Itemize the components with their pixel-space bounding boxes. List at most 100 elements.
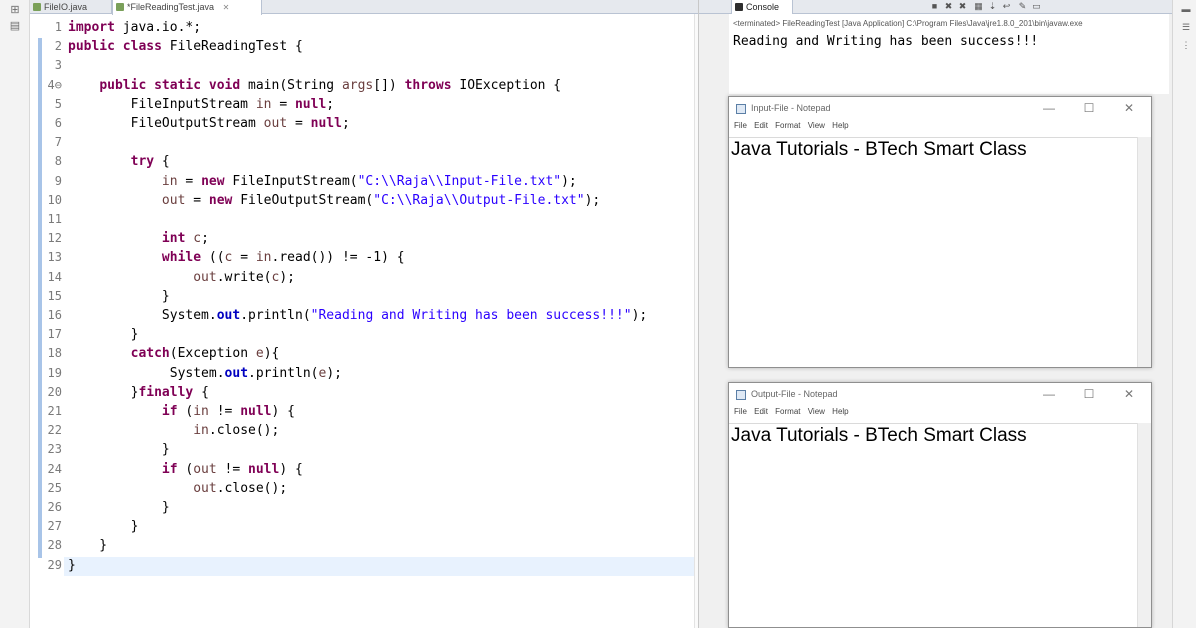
code-token: FileInputStream	[68, 96, 256, 112]
current-line-highlight	[64, 557, 698, 576]
notepad-text-area[interactable]: Java Tutorials - BTech Smart Class	[729, 423, 1137, 627]
code-line: out = new FileOutputStream("C:\\Raja\\Ou…	[68, 191, 600, 210]
notepad-scrollbar[interactable]	[1137, 423, 1151, 627]
code-line: out.close();	[68, 479, 287, 498]
notepad-title-bar[interactable]: Output-File - Notepad — ☐ ✕	[729, 383, 1151, 407]
code-token: out	[224, 365, 249, 381]
code-token: public class	[68, 39, 162, 55]
menu-edit[interactable]: Edit	[754, 121, 768, 130]
minimize-view-icon[interactable]: ▬	[1181, 4, 1191, 14]
code-line: }	[68, 536, 107, 555]
tab-fileio-java[interactable]: FileIO.java	[30, 0, 112, 14]
menu-file[interactable]: File	[734, 121, 747, 130]
console-output-area[interactable]: <terminated> FileReadingTest [Java Appli…	[729, 14, 1169, 94]
close-button[interactable]: ✕	[1119, 386, 1139, 402]
menu-view[interactable]: View	[808, 407, 825, 416]
code-line: public static void main(String args[]) t…	[68, 76, 561, 95]
display-console-icon[interactable]: ▭	[1031, 1, 1042, 12]
notepad-icon	[736, 390, 746, 400]
pin-console-icon[interactable]: ✎	[1017, 1, 1028, 12]
code-token: int	[161, 231, 186, 247]
code-line: while ((c = in.read()) != -1) {	[68, 248, 405, 267]
clear-console-icon[interactable]: ▦	[973, 1, 984, 12]
code-line: try {	[68, 152, 170, 171]
terminate-icon[interactable]: ■	[929, 1, 940, 12]
menu-edit[interactable]: Edit	[754, 407, 768, 416]
code-token: .println(	[248, 365, 319, 381]
code-line: }	[68, 556, 76, 575]
notepad-window-input[interactable]: Input-File - Notepad — ☐ ✕ File Edit For…	[728, 96, 1152, 368]
code-token: );	[279, 269, 295, 285]
code-line: }	[68, 325, 139, 344]
code-token: }	[68, 327, 139, 343]
menu-view[interactable]: View	[808, 121, 825, 130]
scroll-lock-icon[interactable]: ⇣	[987, 1, 998, 12]
menu-help[interactable]: Help	[832, 407, 848, 416]
code-token: );	[561, 173, 577, 189]
code-token: FileOutputStream	[68, 116, 264, 131]
remove-launch-icon[interactable]: ✖	[943, 1, 954, 12]
remove-all-icon[interactable]: ✖	[957, 1, 968, 12]
code-token: ;	[326, 96, 335, 112]
tab-console[interactable]: Console	[731, 0, 793, 14]
code-token: out	[263, 116, 288, 131]
line-number: 7	[54, 135, 62, 150]
code-token: ((	[201, 250, 225, 266]
minimize-button[interactable]: —	[1039, 100, 1059, 116]
menu-help[interactable]: Help	[832, 121, 848, 130]
code-line: if (in != null) {	[68, 402, 295, 421]
code-token: "C:\\Raja\\Input-File.txt"	[357, 173, 562, 189]
code-token: ) {	[279, 461, 303, 477]
line-number: 11	[47, 212, 62, 226]
notepad-menu-bar: File Edit Format View Help	[729, 407, 849, 421]
outline-view-icon[interactable]: ⋮	[1181, 40, 1191, 50]
line-number: 9	[54, 173, 62, 188]
code-line: in.close();	[68, 421, 279, 440]
code-token: ;	[341, 116, 350, 131]
task-list-icon[interactable]: ☰	[1181, 22, 1191, 32]
java-file-icon	[33, 3, 41, 11]
tab-filereadingtest-java[interactable]: *FileReadingTest.java ✕	[112, 0, 262, 15]
code-token: }	[68, 442, 170, 458]
tab-label: FileIO.java	[44, 2, 88, 12]
maximize-button[interactable]: ☐	[1079, 386, 1099, 402]
line-number: 26	[47, 500, 62, 514]
outline-icon[interactable]: ▤	[8, 20, 22, 32]
code-token: in	[161, 173, 178, 189]
code-token: main(String	[240, 77, 342, 93]
package-explorer-icon[interactable]: ⊞	[8, 4, 22, 16]
close-button[interactable]: ✕	[1119, 100, 1139, 116]
code-token: {	[154, 154, 170, 170]
code-token: FileOutputStream(	[232, 192, 374, 208]
maximize-button[interactable]: ☐	[1079, 100, 1099, 116]
code-token: [])	[373, 77, 405, 93]
code-token: if	[161, 461, 178, 477]
minimize-button[interactable]: —	[1039, 386, 1059, 402]
code-token: }	[68, 384, 139, 400]
notepad-window-output[interactable]: Output-File - Notepad — ☐ ✕ File Edit Fo…	[728, 382, 1152, 628]
console-output-text: Reading and Writing has been success!!!	[733, 34, 1039, 49]
line-number: 25	[47, 480, 62, 495]
menu-format[interactable]: Format	[775, 121, 800, 130]
code-line: }	[68, 517, 139, 536]
menu-format[interactable]: Format	[775, 407, 800, 416]
word-wrap-icon[interactable]: ↩	[1001, 1, 1012, 12]
code-token: ;	[201, 231, 209, 247]
notepad-scrollbar[interactable]	[1137, 137, 1151, 367]
line-number: 4⊖	[47, 77, 62, 92]
code-token: IOException {	[451, 77, 562, 93]
code-token: in	[255, 96, 272, 112]
menu-file[interactable]: File	[734, 407, 747, 416]
code-token: new	[201, 173, 225, 189]
code-token: !=	[208, 404, 241, 419]
notepad-text-area[interactable]: Java Tutorials - BTech Smart Class	[729, 137, 1137, 367]
code-line: import java.io.*;	[68, 18, 201, 37]
close-tab-icon[interactable]: ✕	[223, 3, 230, 12]
code-token: out	[193, 269, 217, 285]
notepad-title-bar[interactable]: Input-File - Notepad — ☐ ✕	[729, 97, 1151, 121]
line-number: 27	[47, 519, 62, 534]
editor-tab-bar: FileIO.java *FileReadingTest.java ✕	[30, 0, 698, 15]
